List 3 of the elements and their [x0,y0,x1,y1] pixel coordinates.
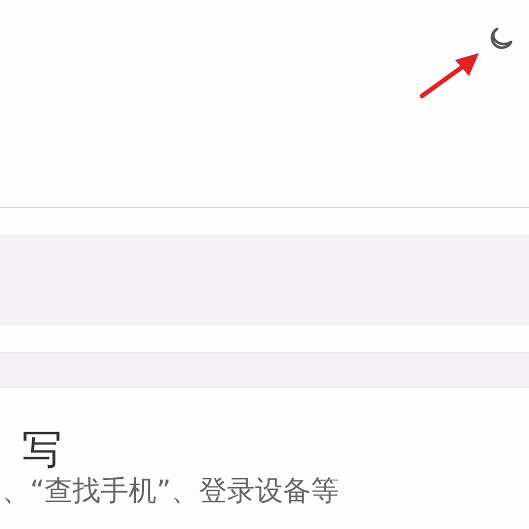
section-title: 写 [22,426,63,474]
moon-icon[interactable] [488,26,514,52]
section-description: 、“查找手机”、登录设备等 [2,474,340,508]
